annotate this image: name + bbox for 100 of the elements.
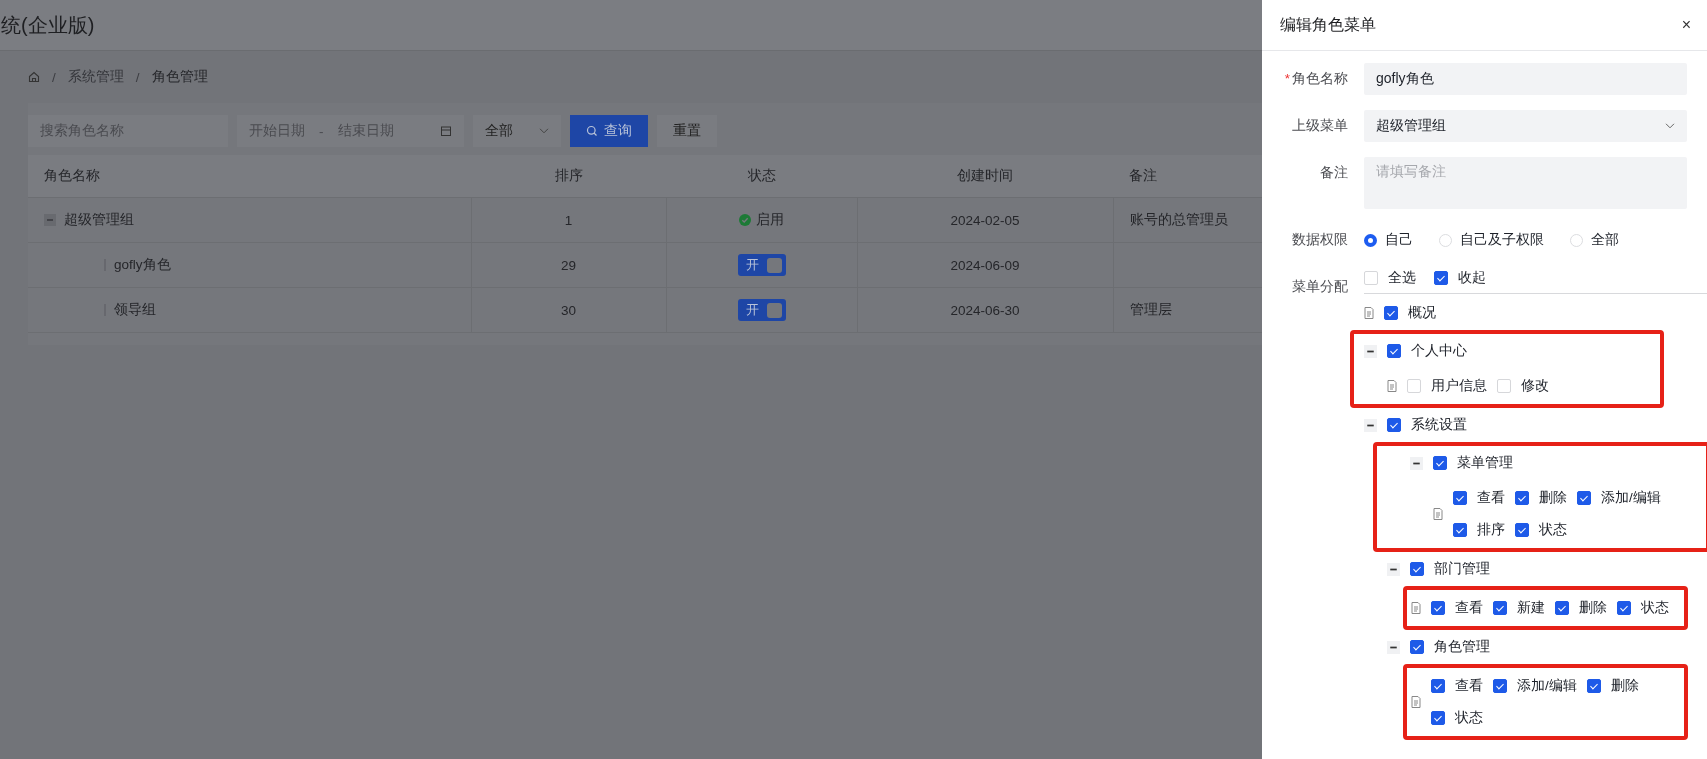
field-label: 数据权限 xyxy=(1291,231,1349,249)
role-name: 领导组 xyxy=(114,301,156,319)
permission-label: 状态 xyxy=(1539,521,1567,539)
table-cell: 账号的总管理员 xyxy=(1129,212,1228,227)
checkbox[interactable] xyxy=(1515,523,1529,537)
checkbox-label: 全选 xyxy=(1388,269,1416,287)
column-header: 备注 xyxy=(1113,155,1262,198)
permission-label: 查看 xyxy=(1455,599,1483,617)
calendar-icon xyxy=(440,125,452,137)
document-icon xyxy=(1411,696,1421,708)
collapse-icon[interactable] xyxy=(1364,418,1377,432)
document-icon xyxy=(1411,602,1421,614)
column-header: 状态 xyxy=(666,155,857,198)
field-label: 上级菜单 xyxy=(1291,117,1349,135)
checkbox[interactable] xyxy=(1555,601,1569,615)
status-select[interactable]: 全部 xyxy=(473,115,561,147)
menu-label: 菜单管理 xyxy=(1457,454,1513,472)
permission-label: 查看 xyxy=(1455,677,1483,695)
table-cell: 2024-06-09 xyxy=(857,242,1113,288)
required-mark: * xyxy=(1284,70,1290,88)
table-cell: 2024-06-30 xyxy=(857,287,1113,333)
table-cell: 2024-02-05 xyxy=(857,197,1113,243)
permission-label: 排序 xyxy=(1477,521,1505,539)
document-icon xyxy=(1433,508,1443,520)
radio-label: 自己 xyxy=(1385,231,1413,249)
status-switch[interactable]: 开 xyxy=(737,299,786,321)
checkbox[interactable] xyxy=(1515,491,1529,505)
checkbox[interactable] xyxy=(1387,344,1401,358)
permission-label: 新建 xyxy=(1517,599,1545,617)
menu-label: 系统设置 xyxy=(1411,416,1467,434)
permission-label: 状态 xyxy=(1455,709,1483,727)
column-header: 创建时间 xyxy=(857,155,1113,198)
checkbox[interactable] xyxy=(1586,679,1601,693)
menu-label: 角色管理 xyxy=(1434,638,1490,656)
checkbox[interactable] xyxy=(1493,601,1507,615)
menu-label: 个人中心 xyxy=(1411,342,1467,360)
permission-label: 添加/编辑 xyxy=(1601,489,1661,507)
table-cell: 29 xyxy=(471,242,666,288)
checkbox[interactable] xyxy=(1431,679,1445,693)
collapse-icon[interactable] xyxy=(1387,562,1400,576)
breadcrumb-link[interactable]: 系统管理 xyxy=(67,68,124,86)
column-header: 排序 xyxy=(471,155,666,198)
permission-label: 删除 xyxy=(1539,489,1567,507)
search-button[interactable]: 查询 xyxy=(570,115,648,147)
collapse-icon[interactable] xyxy=(1387,640,1400,654)
permission-label: 查看 xyxy=(1477,489,1505,507)
permission-label: 删除 xyxy=(1610,677,1639,695)
check-circle-icon xyxy=(739,214,751,226)
checkbox[interactable] xyxy=(1431,711,1445,725)
drawer-title: 编辑角色菜单 xyxy=(1280,14,1376,35)
radio-button[interactable] xyxy=(1364,233,1377,247)
field-label: 菜单分配 xyxy=(1291,278,1349,296)
status-text: 启用 xyxy=(756,211,784,229)
checkbox[interactable] xyxy=(1453,491,1467,505)
home-icon[interactable] xyxy=(28,71,40,83)
table-cell: 30 xyxy=(471,287,666,333)
close-button[interactable]: × xyxy=(1681,16,1691,34)
field-label: 角色名称 xyxy=(1292,70,1348,88)
search-icon xyxy=(586,125,598,137)
parent-menu-select[interactable]: 超级管理组 xyxy=(1364,110,1687,142)
status-switch[interactable]: 开 xyxy=(737,254,786,276)
permission-label: 删除 xyxy=(1579,599,1607,617)
table-cell: 管理层 xyxy=(1129,302,1172,317)
radio-label: 全部 xyxy=(1591,231,1619,249)
menu-label: 概况 xyxy=(1408,304,1436,322)
column-header: 角色名称 xyxy=(28,155,471,198)
chevron-down-icon xyxy=(1665,123,1675,129)
permission-label: 添加/编辑 xyxy=(1517,677,1577,695)
permission-label: 状态 xyxy=(1641,599,1669,617)
checkbox-label: 收起 xyxy=(1458,269,1486,287)
checkbox[interactable] xyxy=(1431,601,1445,615)
breadcrumb-separator: / xyxy=(52,69,56,85)
table-cell: 1 xyxy=(471,197,666,243)
checkbox[interactable] xyxy=(1453,523,1467,537)
checkbox[interactable] xyxy=(1577,491,1591,505)
radio-label: 自己及子权限 xyxy=(1460,231,1544,249)
role-name: 超级管理组 xyxy=(64,211,134,229)
checkbox[interactable] xyxy=(1387,418,1401,432)
breadcrumb-current: 角色管理 xyxy=(151,68,208,86)
checkbox[interactable] xyxy=(1384,306,1398,320)
collapse-icon[interactable] xyxy=(1410,456,1423,470)
reset-button[interactable]: 重置 xyxy=(657,115,717,147)
breadcrumb-separator: / xyxy=(135,69,140,85)
permission-label: 修改 xyxy=(1521,377,1549,395)
document-icon xyxy=(1364,307,1374,319)
permission-label: 用户信息 xyxy=(1431,377,1487,395)
menu-label: 部门管理 xyxy=(1434,560,1490,578)
role-name: gofly角色 xyxy=(114,256,171,274)
chevron-down-icon xyxy=(539,128,549,134)
document-icon xyxy=(1387,380,1397,392)
checkbox[interactable] xyxy=(1410,562,1424,576)
checkbox[interactable] xyxy=(1434,271,1448,285)
field-label: 备注 xyxy=(1319,164,1349,182)
app-title: 统(企业版) xyxy=(1,12,95,38)
collapse-icon[interactable] xyxy=(1364,344,1377,358)
checkbox[interactable] xyxy=(1410,640,1424,654)
checkbox[interactable] xyxy=(1493,679,1507,693)
role-name-field[interactable]: gofly角色 xyxy=(1364,63,1687,95)
checkbox[interactable] xyxy=(1433,456,1447,470)
checkbox[interactable] xyxy=(1617,601,1631,615)
